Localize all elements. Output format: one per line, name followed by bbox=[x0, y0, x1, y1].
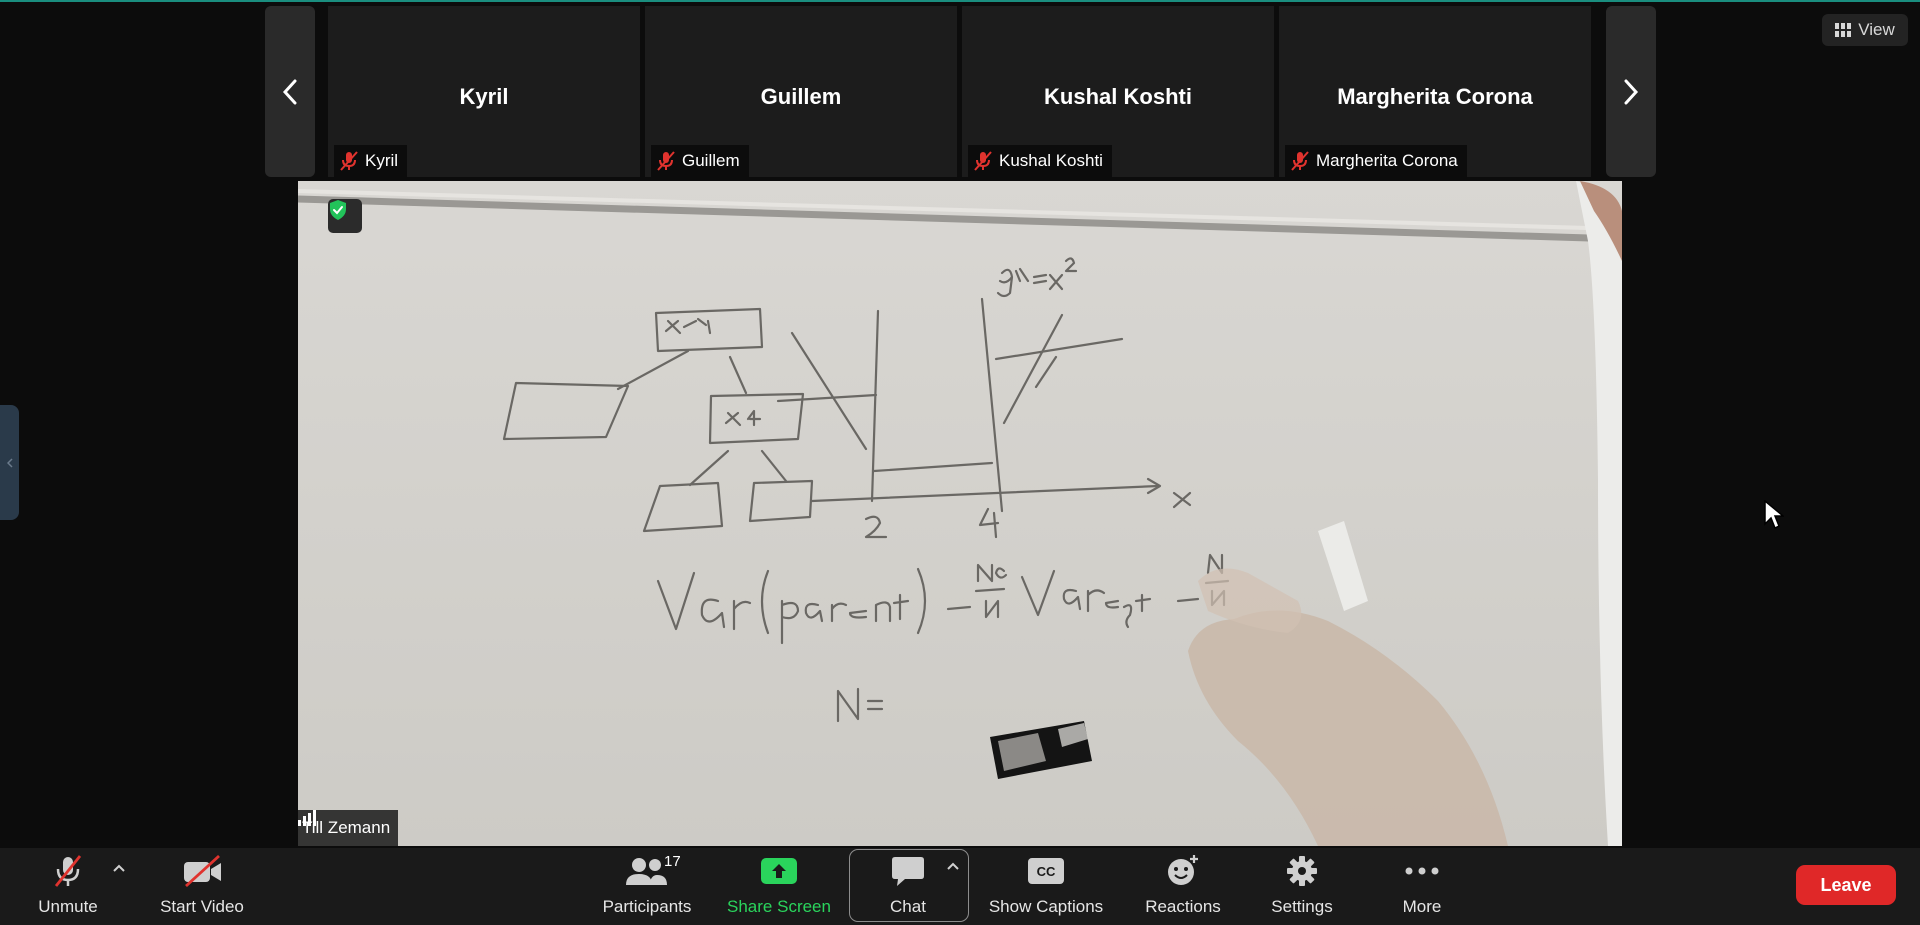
reactions-label: Reactions bbox=[1145, 897, 1221, 916]
leave-button[interactable]: Leave bbox=[1796, 865, 1896, 905]
participant-name: Margherita Corona bbox=[1337, 84, 1533, 109]
participants-button[interactable]: Participants bbox=[596, 848, 698, 925]
participant-label-text: Kushal Koshti bbox=[999, 151, 1103, 170]
participant-tile-kushal-koshti[interactable]: Kushal Koshti Kushal Koshti bbox=[962, 6, 1274, 177]
window-accent-line bbox=[0, 0, 1920, 2]
chevron-up-icon bbox=[947, 862, 959, 870]
grid-view-icon bbox=[1835, 23, 1852, 37]
participant-label-text: Margherita Corona bbox=[1316, 151, 1458, 170]
muted-mic-icon bbox=[657, 151, 675, 171]
participant-label: Kyril bbox=[334, 145, 408, 177]
chat-label: Chat bbox=[890, 897, 926, 916]
participant-label: Guillem bbox=[651, 145, 749, 177]
reactions-smiley-icon bbox=[1168, 855, 1198, 885]
participant-name: Kushal Koshti bbox=[1044, 84, 1192, 109]
muted-mic-icon bbox=[340, 151, 358, 171]
participant-label-text: Kyril bbox=[365, 151, 399, 170]
gallery-prev-button[interactable] bbox=[265, 6, 315, 177]
signal-strength-icon bbox=[298, 810, 316, 826]
chat-button[interactable]: Chat bbox=[858, 848, 958, 925]
chevron-left-icon bbox=[6, 457, 13, 468]
participant-name: Kyril bbox=[459, 84, 509, 109]
share-screen-button[interactable]: Share Screen bbox=[726, 848, 832, 925]
participants-label: Participants bbox=[602, 897, 692, 916]
participant-tile-guillem[interactable]: Guillem Guillem bbox=[645, 6, 957, 177]
muted-mic-icon bbox=[974, 151, 992, 171]
chat-options-caret[interactable] bbox=[946, 860, 960, 874]
show-captions-button[interactable]: CC Show Captions bbox=[984, 848, 1108, 925]
closed-captions-icon: CC bbox=[1028, 858, 1064, 884]
view-button-label: View bbox=[1858, 20, 1895, 39]
meeting-toolbar: Unmute Start Video Participants 17 Share… bbox=[0, 848, 1920, 925]
video-off-icon bbox=[184, 855, 221, 887]
unmute-button[interactable]: Unmute bbox=[30, 848, 106, 925]
muted-mic-icon bbox=[54, 855, 82, 887]
participant-label-text: Guillem bbox=[682, 151, 740, 170]
participant-name: Guillem bbox=[760, 84, 842, 109]
gear-icon bbox=[1287, 856, 1317, 886]
participant-label: Kushal Koshti bbox=[968, 145, 1112, 177]
shield-check-icon bbox=[330, 200, 346, 220]
participant-tile-margherita-corona[interactable]: Margherita Corona Margherita Corona bbox=[1279, 6, 1591, 177]
gallery-next-button[interactable] bbox=[1606, 6, 1656, 177]
more-label: More bbox=[1402, 897, 1442, 916]
chat-bubble-icon bbox=[892, 857, 924, 886]
cursor-arrow-icon bbox=[1764, 499, 1786, 530]
more-dots-icon bbox=[1405, 867, 1439, 875]
participants-icon bbox=[626, 858, 667, 885]
encryption-badge[interactable] bbox=[328, 199, 362, 233]
participant-tile-kyril[interactable]: Kyril Kyril bbox=[328, 6, 640, 177]
muted-mic-icon bbox=[1291, 151, 1309, 171]
audio-options-caret[interactable] bbox=[112, 862, 126, 876]
unmute-label: Unmute bbox=[38, 897, 98, 916]
more-button[interactable]: More bbox=[1382, 848, 1462, 925]
chevron-left-icon bbox=[282, 79, 297, 104]
start-video-button[interactable]: Start Video bbox=[152, 848, 252, 925]
whiteboard-video-frame bbox=[298, 181, 1622, 846]
mouse-cursor bbox=[1764, 499, 1786, 535]
share-screen-label: Share Screen bbox=[727, 897, 831, 916]
chevron-right-icon bbox=[1624, 79, 1639, 104]
reactions-button[interactable]: Reactions bbox=[1138, 848, 1228, 925]
active-speaker-video[interactable]: Till Zemann bbox=[298, 181, 1622, 846]
start-video-label: Start Video bbox=[160, 897, 244, 916]
captions-icon-text: CC bbox=[1037, 864, 1056, 879]
share-screen-icon bbox=[761, 858, 797, 884]
settings-button[interactable]: Settings bbox=[1262, 848, 1342, 925]
speaker-name-label: Till Zemann bbox=[298, 810, 399, 846]
participants-count-badge: 17 bbox=[664, 853, 681, 870]
side-panel-handle[interactable] bbox=[0, 405, 19, 520]
show-captions-label: Show Captions bbox=[988, 897, 1104, 916]
view-button[interactable]: View bbox=[1822, 14, 1908, 46]
settings-label: Settings bbox=[1271, 897, 1333, 916]
participant-label: Margherita Corona bbox=[1285, 145, 1467, 177]
chevron-up-icon bbox=[113, 864, 125, 872]
